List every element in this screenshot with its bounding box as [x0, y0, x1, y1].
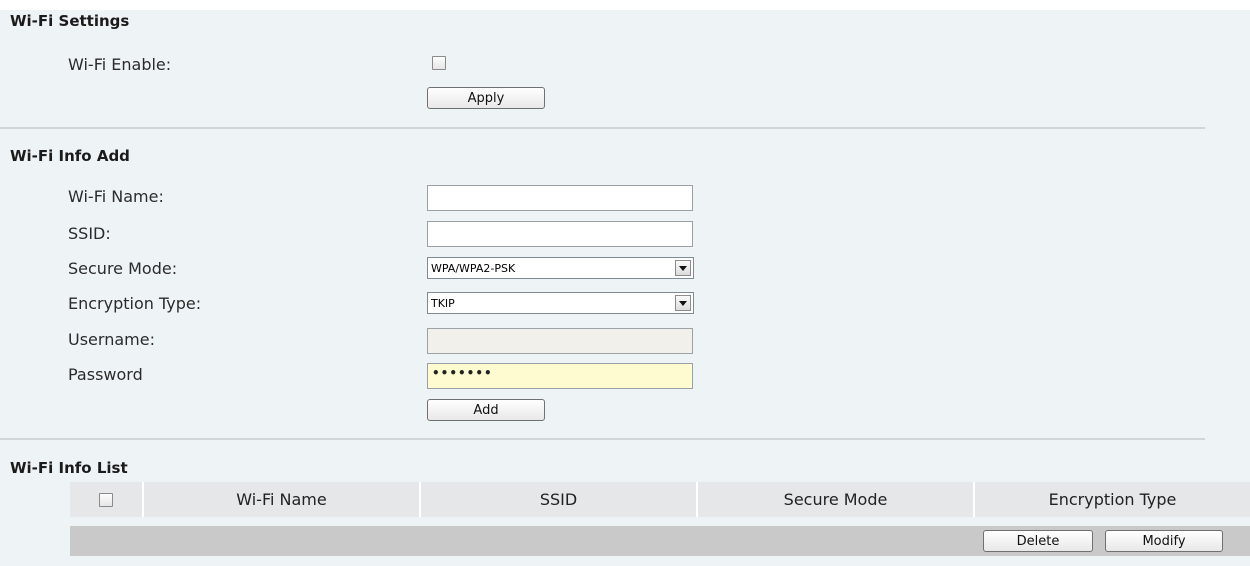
username-input[interactable] — [427, 328, 693, 354]
section-divider — [0, 438, 1205, 440]
secure-mode-select[interactable]: WPA/WPA2-PSK — [427, 257, 694, 279]
select-all-cell — [70, 482, 142, 517]
chevron-down-icon[interactable] — [675, 260, 691, 276]
secure-mode-value: WPA/WPA2-PSK — [431, 261, 516, 275]
column-header-secure-mode: Secure Mode — [696, 482, 973, 517]
wifi-info-list-title: Wi-Fi Info List — [10, 459, 128, 477]
wifi-name-label: Wi-Fi Name: — [68, 187, 164, 206]
column-header-encryption-type: Encryption Type — [973, 482, 1250, 517]
encryption-type-label: Encryption Type: — [68, 294, 202, 313]
apply-button[interactable]: Apply — [427, 87, 545, 109]
wifi-settings-title: Wi-Fi Settings — [10, 12, 130, 30]
table-actions-bar: Delete Modify — [70, 526, 1250, 556]
delete-button[interactable]: Delete — [983, 530, 1093, 552]
wifi-info-add-title: Wi-Fi Info Add — [10, 147, 130, 165]
ssid-input[interactable] — [427, 221, 693, 247]
modify-button[interactable]: Modify — [1105, 530, 1223, 552]
username-label: Username: — [68, 330, 155, 349]
encryption-type-select[interactable]: TKIP — [427, 292, 694, 314]
column-header-ssid: SSID — [419, 482, 696, 517]
password-label: Password — [68, 365, 143, 384]
select-all-checkbox[interactable] — [99, 492, 113, 507]
column-header-wifi-name: Wi-Fi Name — [142, 482, 419, 517]
wifi-enable-label: Wi-Fi Enable: — [68, 55, 172, 74]
encryption-type-value: TKIP — [431, 296, 455, 310]
wifi-name-input[interactable] — [427, 185, 693, 211]
chevron-down-icon[interactable] — [675, 295, 691, 311]
add-button[interactable]: Add — [427, 399, 545, 421]
section-divider — [0, 127, 1205, 129]
table-header: Wi-Fi Name SSID Secure Mode Encryption T… — [70, 482, 1250, 517]
password-input[interactable]: ••••••• — [427, 363, 693, 389]
wifi-enable-checkbox[interactable] — [432, 56, 446, 70]
secure-mode-label: Secure Mode: — [68, 259, 178, 278]
ssid-label: SSID: — [68, 224, 111, 243]
